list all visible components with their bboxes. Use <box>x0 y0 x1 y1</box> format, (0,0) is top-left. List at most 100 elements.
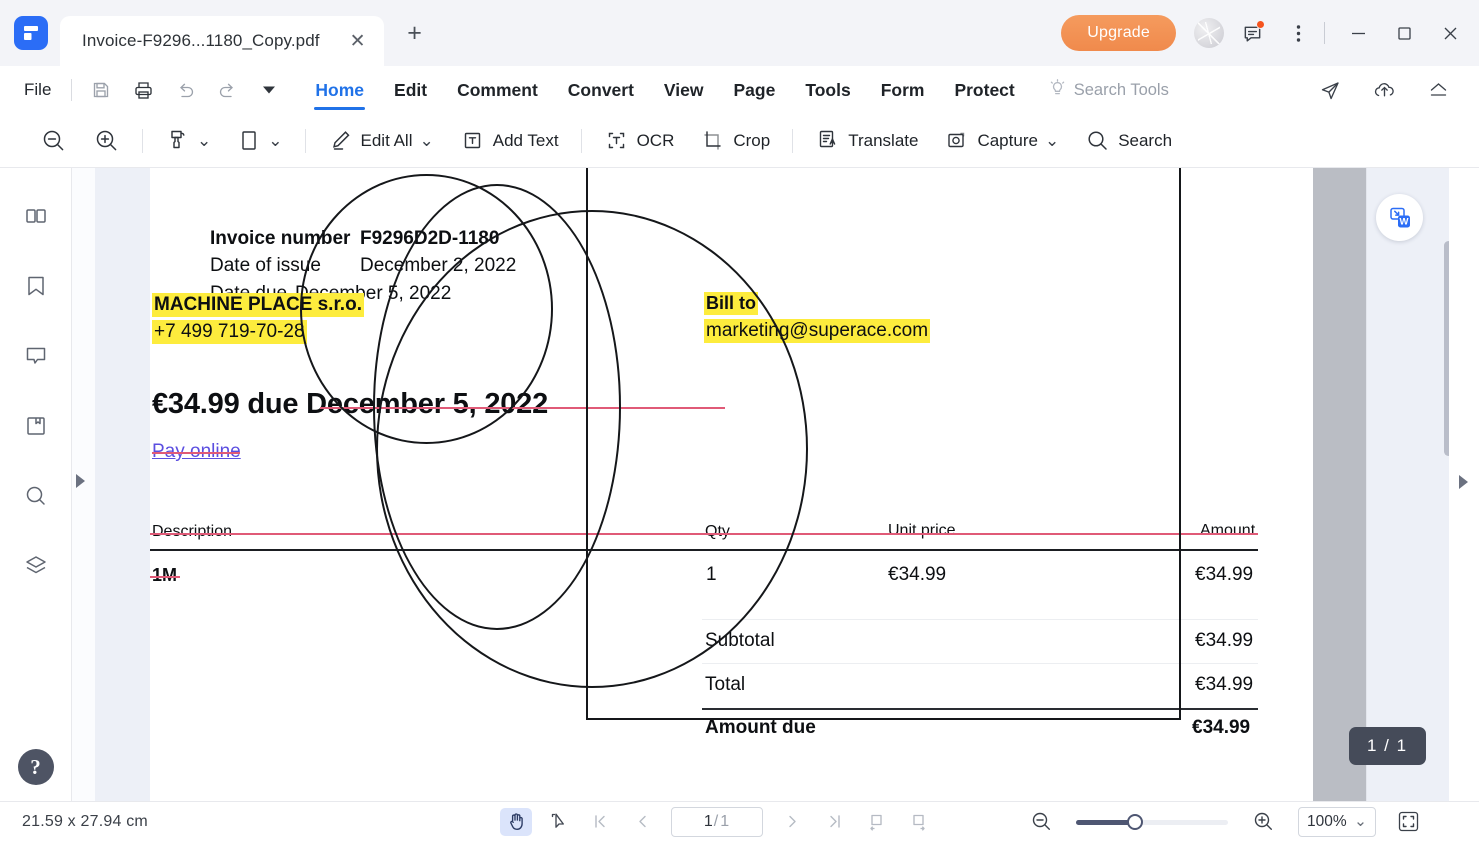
row-amount: €34.99 <box>1195 564 1254 585</box>
zoom-out-icon[interactable] <box>1025 808 1057 836</box>
last-page-icon[interactable] <box>818 808 850 836</box>
zoom-slider[interactable] <box>1076 813 1228 830</box>
first-page-icon[interactable] <box>584 808 616 836</box>
total-value: €34.99 <box>1195 674 1254 695</box>
title-bar-right-group: Upgrade <box>1061 0 1479 66</box>
sidebar-item-bookmarks[interactable] <box>14 264 58 308</box>
sidebar-item-search[interactable] <box>14 474 58 518</box>
zoom-level-select[interactable]: 100% ⌄ <box>1298 806 1376 837</box>
translate-label: Translate <box>848 130 919 150</box>
menu-tab-tools[interactable]: Tools <box>790 66 865 114</box>
shape-tool[interactable]: ⌄ <box>227 121 292 161</box>
collapse-right-panel-arrow-icon[interactable] <box>1459 475 1468 489</box>
ocr-tool[interactable]: OCR <box>594 121 685 161</box>
new-tab-icon[interactable]: + <box>400 18 430 48</box>
quick-access-chevron-down-icon[interactable] <box>252 73 286 107</box>
convert-to-word-icon[interactable]: W <box>1376 194 1423 241</box>
zoom-in-tool[interactable] <box>83 121 130 161</box>
close-window-button[interactable] <box>1427 10 1473 56</box>
collapse-ribbon-icon[interactable] <box>1419 71 1457 109</box>
menu-file[interactable]: File <box>0 80 63 100</box>
search-tools-button[interactable]: Search Tools <box>1048 78 1169 102</box>
share-icon[interactable] <box>1311 71 1349 109</box>
help-button[interactable]: ? <box>17 749 54 785</box>
line-annotation-left[interactable] <box>586 168 589 720</box>
expand-panel-arrow-icon[interactable] <box>76 474 85 488</box>
add-text-label: Add Text <box>492 130 559 150</box>
line-annotation-right[interactable] <box>1179 168 1182 720</box>
highlight-caret-icon[interactable]: ⌄ <box>197 131 211 151</box>
undo-icon[interactable] <box>168 73 202 107</box>
rotate-left-icon[interactable] <box>860 808 892 836</box>
more-options-icon[interactable] <box>1280 15 1316 51</box>
zoom-slider-fill <box>1076 819 1134 825</box>
strike-annotation-pay-online <box>152 452 240 454</box>
menu-tab-page[interactable]: Page <box>719 66 791 114</box>
zoom-chevron-down-icon[interactable]: ⌄ <box>1354 812 1367 831</box>
fit-page-icon[interactable] <box>1392 807 1424 837</box>
totals-rule-1 <box>702 619 1258 621</box>
document-tab[interactable]: Invoice-F9296...1180_Copy.pdf ✕ <box>60 16 384 66</box>
capture-tool[interactable]: Capture ⌄ <box>934 121 1069 161</box>
menu-tab-edit[interactable]: Edit <box>379 66 442 114</box>
sidebar-item-comments[interactable] <box>14 334 58 378</box>
sidebar-item-layers[interactable] <box>14 544 58 588</box>
zoom-in-icon[interactable] <box>1247 808 1279 836</box>
ellipse-annotation-3[interactable] <box>376 210 808 688</box>
toolbar-divider-2 <box>304 128 306 153</box>
amount-due-label: Amount due <box>705 717 816 738</box>
status-bar-center-group: 1 / 1 <box>495 806 939 837</box>
rotate-right-icon[interactable] <box>902 808 934 836</box>
menu-tab-home[interactable]: Home <box>300 66 379 114</box>
document-viewport[interactable]: Invoice number F9296D2D-1180 Date of iss… <box>150 168 1366 801</box>
upgrade-button[interactable]: Upgrade <box>1061 15 1176 51</box>
menu-tab-comment[interactable]: Comment <box>442 66 553 114</box>
menu-tab-protect[interactable]: Protect <box>939 66 1029 114</box>
close-tab-icon[interactable]: ✕ <box>346 29 370 53</box>
shape-caret-icon[interactable]: ⌄ <box>268 131 282 151</box>
edit-all-caret-icon[interactable]: ⌄ <box>419 131 433 151</box>
toolbar-divider-3 <box>580 128 582 153</box>
rect-annotation-bottom[interactable] <box>586 718 1181 720</box>
minimize-button[interactable] <box>1335 10 1381 56</box>
translate-tool[interactable]: Translate <box>805 121 928 161</box>
edit-all-label: Edit All <box>360 130 413 150</box>
feedback-icon[interactable] <box>1234 15 1270 51</box>
status-bar: 21.59 x 27.94 cm 1 / 1 100% ⌄ <box>0 801 1479 841</box>
menu-divider <box>71 79 73 101</box>
next-page-icon[interactable] <box>776 808 808 836</box>
sidebar-item-attachments[interactable] <box>14 404 58 448</box>
current-page-value: 1 <box>703 812 713 830</box>
zoom-out-tool[interactable] <box>30 121 77 161</box>
table-header-unit-price: Unit price <box>888 522 956 539</box>
toolbar-divider-4 <box>792 128 794 153</box>
select-tool-icon[interactable] <box>542 808 574 836</box>
save-icon[interactable] <box>84 73 118 107</box>
hand-tool-icon[interactable] <box>500 807 532 836</box>
print-icon[interactable] <box>126 73 160 107</box>
title-bar: Invoice-F9296...1180_Copy.pdf ✕ + Upgrad… <box>0 0 1479 66</box>
highlight-tool[interactable]: ⌄ <box>155 121 221 161</box>
zoom-slider-handle[interactable] <box>1127 813 1143 830</box>
search-tool[interactable]: Search <box>1075 121 1182 161</box>
crop-tool[interactable]: Crop <box>690 121 780 161</box>
table-header-amount: Amount <box>1200 522 1256 539</box>
app-logo-icon <box>14 16 48 50</box>
page-number-input[interactable]: 1 / 1 <box>671 806 763 837</box>
menu-tab-view[interactable]: View <box>649 66 719 114</box>
search-label: Search <box>1118 130 1173 150</box>
add-text-tool[interactable]: Add Text <box>450 121 569 161</box>
capture-caret-icon[interactable]: ⌄ <box>1045 131 1059 151</box>
cloud-upload-icon[interactable] <box>1365 71 1403 109</box>
avatar[interactable] <box>1194 18 1224 48</box>
sidebar-item-thumbnails[interactable] <box>14 194 58 238</box>
redo-icon[interactable] <box>210 73 244 107</box>
title-bar-divider <box>1324 22 1325 44</box>
menu-tab-convert[interactable]: Convert <box>553 66 649 114</box>
previous-page-icon[interactable] <box>626 808 658 836</box>
maximize-button[interactable] <box>1381 10 1427 56</box>
left-sidebar-rail: ? <box>0 168 72 841</box>
menu-tab-form[interactable]: Form <box>866 66 940 114</box>
edit-all-tool[interactable]: Edit All ⌄ <box>318 121 444 161</box>
table-header-description: Description <box>152 523 233 540</box>
